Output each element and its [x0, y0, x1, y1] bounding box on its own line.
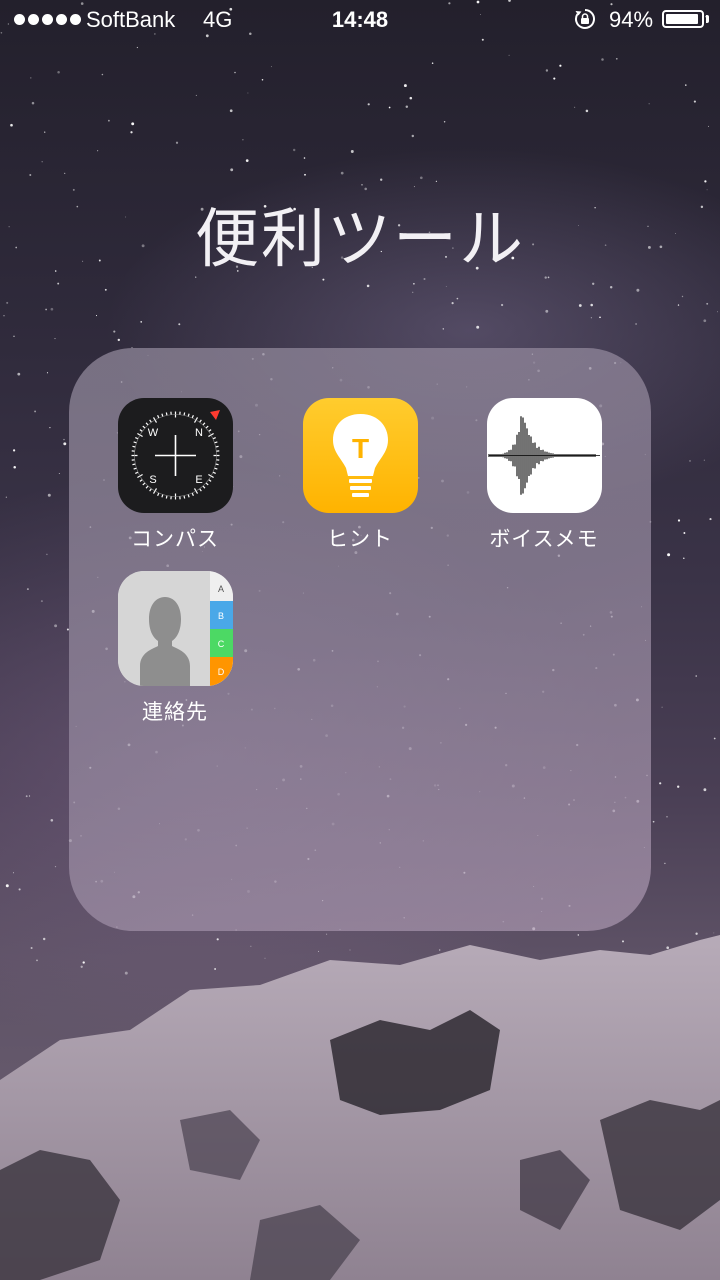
app-voice-memos[interactable]: ボイスメモ	[469, 398, 619, 553]
compass-letter-w: W	[147, 427, 158, 439]
status-bar: SoftBank 4G 14:48 94%	[0, 0, 720, 40]
lightbulb-icon[interactable]: T	[302, 398, 418, 513]
app-label-tips: ヒント	[327, 528, 393, 551]
contacts-tab-d: D	[217, 667, 224, 677]
app-label-compass: コンパス	[131, 528, 219, 551]
app-tips[interactable]: T ヒント	[285, 398, 435, 553]
contacts-icon[interactable]: A B C D	[117, 571, 233, 686]
battery-percentage: 94%	[609, 7, 654, 32]
folder-panel: W N S E コンパス T ヒント ボイスメモ A B C D 連絡先	[69, 348, 651, 931]
app-label-voice-memos: ボイスメモ	[489, 528, 599, 551]
contacts-tab-c: C	[217, 639, 224, 649]
battery-tip	[706, 15, 709, 23]
compass-needle	[209, 410, 220, 420]
app-contacts[interactable]: A B C D 連絡先	[100, 571, 250, 726]
compass-letter-e: E	[195, 474, 202, 486]
folder-title[interactable]: 便利ツール	[0, 188, 720, 280]
app-compass[interactable]: W N S E コンパス	[100, 398, 250, 553]
compass-letter-n: N	[195, 427, 203, 439]
contacts-tab-b: B	[217, 611, 223, 621]
compass-letter-s: S	[149, 474, 156, 486]
app-label-contacts: 連絡先	[142, 701, 208, 724]
battery-icon	[662, 10, 704, 28]
compass-icon[interactable]: W N S E	[117, 398, 233, 513]
rotation-lock-icon	[575, 9, 595, 29]
tips-letter: T	[351, 433, 368, 464]
contacts-tab-a: A	[217, 584, 223, 594]
waveform-icon[interactable]	[486, 398, 602, 513]
